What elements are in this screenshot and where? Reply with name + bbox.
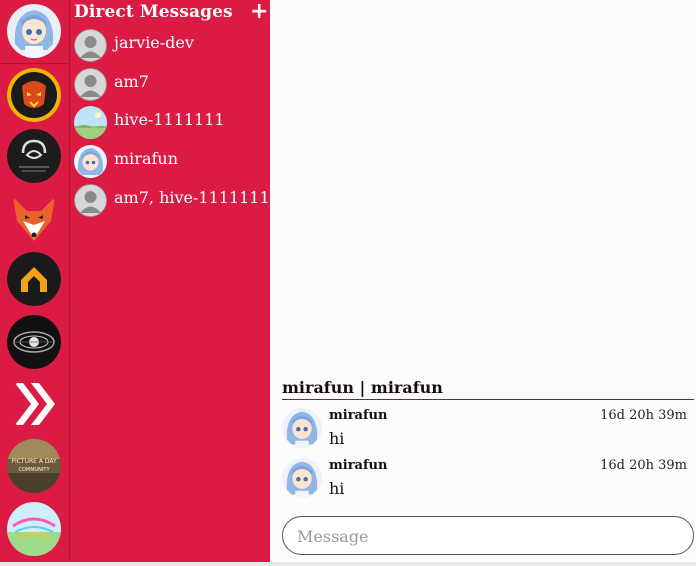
user-avatar[interactable] bbox=[7, 4, 61, 58]
default-user-icon bbox=[74, 29, 107, 62]
message-timestamp: 16d 20h 39m bbox=[600, 458, 687, 473]
chat-divider bbox=[282, 399, 694, 400]
dm-item-label: am7, hive-1111111 bbox=[114, 188, 270, 207]
orb-community-icon[interactable] bbox=[7, 315, 61, 369]
dm-item-jarvie-dev[interactable]: jarvie-dev bbox=[74, 29, 266, 65]
landscape-avatar bbox=[74, 106, 107, 139]
anime-girl-avatar[interactable] bbox=[282, 458, 322, 498]
svg-text:PICTURE A DAY: PICTURE A DAY bbox=[11, 458, 57, 465]
dm-item-mirafun[interactable]: mirafun bbox=[74, 145, 266, 181]
bottom-edge bbox=[0, 562, 696, 566]
arrow-community-icon[interactable] bbox=[7, 252, 61, 306]
message-author[interactable]: mirafun bbox=[329, 458, 387, 473]
message-timestamp: 16d 20h 39m bbox=[600, 408, 687, 423]
message-input[interactable] bbox=[295, 523, 679, 549]
server-rail: PICTURE A DAY COMMUNITY bbox=[0, 0, 70, 562]
dm-item-hive-1111111[interactable]: hive-1111111 bbox=[74, 106, 266, 142]
fox-community-icon[interactable] bbox=[7, 191, 61, 245]
default-user-icon bbox=[74, 184, 107, 217]
message-text: hi bbox=[329, 429, 345, 448]
dm-item-am7[interactable]: am7 bbox=[74, 68, 266, 104]
message-author[interactable]: mirafun bbox=[329, 408, 387, 423]
dm-item-label: mirafun bbox=[114, 149, 179, 168]
dm-item-group[interactable]: am7, hive-1111111 bbox=[74, 184, 270, 220]
hive-chevron-icon[interactable] bbox=[7, 377, 61, 431]
shadow-community-icon[interactable] bbox=[7, 129, 61, 183]
chat-title: mirafun | mirafun bbox=[282, 378, 443, 397]
lion-community-icon[interactable] bbox=[7, 68, 61, 122]
message-input-box bbox=[282, 516, 694, 555]
dm-item-label: jarvie-dev bbox=[114, 33, 194, 52]
direct-messages-panel: Direct Messages + jarvie-dev am7 hive-11… bbox=[70, 0, 270, 562]
anime-girl-avatar[interactable] bbox=[282, 408, 322, 448]
dm-item-label: am7 bbox=[114, 72, 149, 91]
message: mirafun 16d 20h 39m hi bbox=[282, 402, 687, 448]
picture-community-icon[interactable]: PICTURE A DAY COMMUNITY bbox=[7, 439, 61, 493]
dm-item-label: hive-1111111 bbox=[114, 110, 225, 129]
svg-text:COMMUNITY: COMMUNITY bbox=[18, 467, 50, 473]
message-text: hi bbox=[329, 479, 345, 498]
dm-panel-title: Direct Messages bbox=[74, 2, 233, 22]
message: mirafun 16d 20h 39m hi bbox=[282, 452, 687, 498]
default-user-icon bbox=[74, 68, 107, 101]
plus-icon[interactable]: + bbox=[250, 0, 268, 24]
colorful-community-icon[interactable] bbox=[7, 502, 61, 556]
anime-girl-avatar bbox=[74, 145, 107, 178]
chat-area: mirafun | mirafun mirafun 16d 20h 39m hi bbox=[271, 0, 696, 562]
